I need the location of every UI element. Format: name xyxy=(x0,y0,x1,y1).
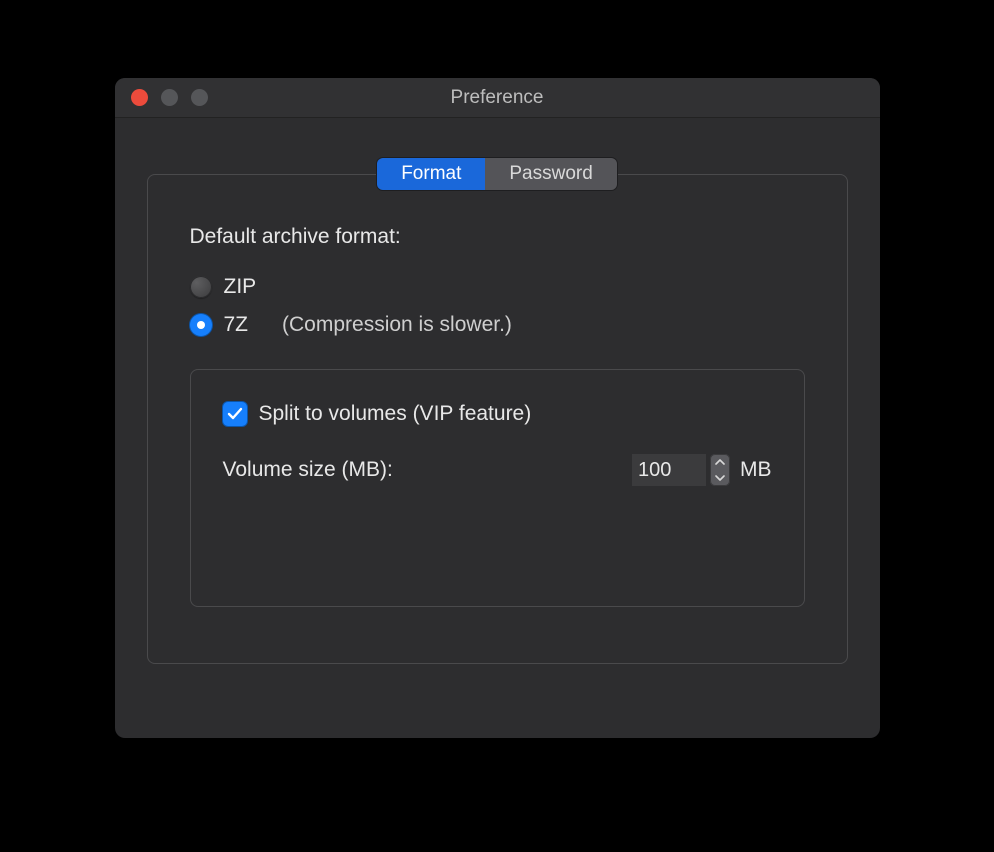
preference-window: Preference Format Password Default archi… xyxy=(115,78,880,738)
chevron-down-icon xyxy=(715,475,725,481)
radio-7z[interactable] xyxy=(190,314,212,336)
stepper-down[interactable] xyxy=(710,470,730,486)
minimize-button[interactable] xyxy=(161,89,178,106)
radio-row-zip[interactable]: ZIP xyxy=(190,275,805,299)
default-format-label: Default archive format: xyxy=(190,225,805,249)
volume-size-input[interactable] xyxy=(632,454,706,486)
radio-zip-label: ZIP xyxy=(224,275,257,299)
volume-size-row: Volume size (MB): MB xyxy=(223,454,772,486)
traffic-lights xyxy=(131,89,208,106)
volume-size-stepper[interactable] xyxy=(710,454,730,486)
volume-size-unit: MB xyxy=(740,458,772,482)
radio-7z-note: (Compression is slower.) xyxy=(282,313,512,337)
volume-size-label: Volume size (MB): xyxy=(223,458,633,482)
tab-bar: Format Password xyxy=(377,158,617,190)
close-button[interactable] xyxy=(131,89,148,106)
split-panel: Split to volumes (VIP feature) Volume si… xyxy=(190,369,805,607)
window-title: Preference xyxy=(115,87,880,109)
radio-zip[interactable] xyxy=(190,276,212,298)
tab-password[interactable]: Password xyxy=(485,158,616,190)
format-panel: Default archive format: ZIP 7Z (Compress… xyxy=(147,174,848,664)
check-icon xyxy=(227,406,243,422)
chevron-up-icon xyxy=(715,459,725,465)
maximize-button[interactable] xyxy=(191,89,208,106)
tab-format[interactable]: Format xyxy=(377,158,485,190)
titlebar: Preference xyxy=(115,78,880,118)
stepper-up[interactable] xyxy=(710,454,730,470)
split-check-row[interactable]: Split to volumes (VIP feature) xyxy=(223,402,772,426)
split-checkbox[interactable] xyxy=(223,402,247,426)
radio-row-7z[interactable]: 7Z (Compression is slower.) xyxy=(190,313,805,337)
radio-7z-label: 7Z xyxy=(224,313,249,337)
split-label: Split to volumes (VIP feature) xyxy=(259,402,532,426)
